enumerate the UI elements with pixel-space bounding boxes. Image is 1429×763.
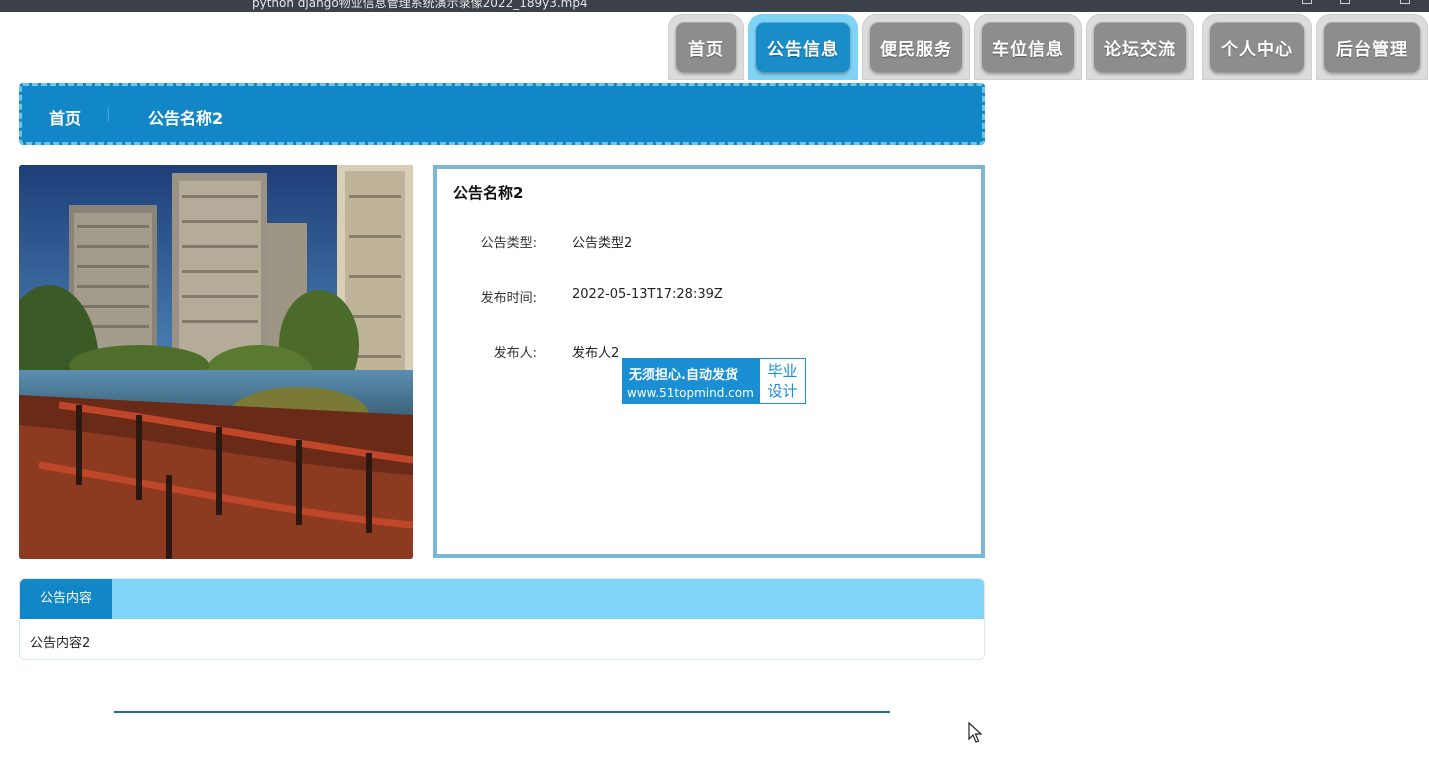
- top-navigation: 首页 公告信息 便民服务 车位信息 论坛交流 个人中心 后台管理: [0, 12, 1429, 82]
- nav-tab-label: 车位信息: [992, 39, 1064, 60]
- notice-image: [19, 165, 413, 559]
- tab-notice-content[interactable]: 公告内容: [20, 579, 112, 619]
- nav-tab-label: 公告信息: [767, 39, 839, 60]
- nav-tab-label: 首页: [688, 39, 724, 60]
- breadcrumb-current: 公告名称2: [148, 109, 224, 128]
- building-photo: [19, 165, 413, 559]
- mouse-cursor-icon: [968, 722, 983, 743]
- field-value: 公告类型2: [572, 236, 633, 251]
- watermark-tag: 毕业 设计: [759, 359, 805, 403]
- window-title-bar: python django物业信息管理系统演示录像2022_189y3.mp4: [0, 0, 1429, 12]
- notice-title: 公告名称2: [453, 184, 524, 202]
- nav-tab-profile[interactable]: 个人中心: [1202, 14, 1312, 80]
- watermark-line1: 无须担心.自动发货: [629, 368, 738, 383]
- breadcrumb-home-link[interactable]: 首页: [49, 105, 81, 129]
- watermark-badge: 无须担心.自动发货 www.51topmind.com 毕业 设计: [622, 358, 806, 404]
- footer-divider: [114, 711, 890, 713]
- field-label: 发布时间:: [480, 291, 537, 306]
- watermark-tag-line1: 毕业: [767, 362, 798, 380]
- nav-tab-label: 后台管理: [1336, 39, 1408, 60]
- window-close-icon[interactable]: [1400, 0, 1410, 4]
- nav-tab-admin[interactable]: 后台管理: [1316, 14, 1428, 80]
- nav-tab-notices[interactable]: 公告信息: [748, 14, 858, 80]
- content-header: [20, 579, 984, 619]
- nav-tab-home[interactable]: 首页: [668, 14, 744, 80]
- field-value: 发布人2: [572, 346, 620, 361]
- nav-tab-label: 论坛交流: [1104, 39, 1176, 60]
- nav-tab-label: 便民服务: [880, 39, 952, 60]
- window-title: python django物业信息管理系统演示录像2022_189y3.mp4: [252, 0, 588, 10]
- field-label: 发布人:: [493, 346, 537, 361]
- field-value: 2022-05-13T17:28:39Z: [572, 287, 723, 302]
- nav-tab-label: 个人中心: [1221, 39, 1293, 60]
- notice-content-text: 公告内容2: [30, 636, 91, 651]
- nav-tab-services[interactable]: 便民服务: [862, 14, 970, 80]
- breadcrumb: 首页 | 公告名称2: [19, 83, 985, 145]
- window-maximize-icon[interactable]: [1340, 0, 1350, 4]
- nav-tab-forum[interactable]: 论坛交流: [1086, 14, 1194, 80]
- window-restore-icon[interactable]: [1302, 0, 1312, 4]
- notice-content-section: 公告内容 公告内容2: [19, 578, 985, 660]
- breadcrumb-separator: |: [106, 106, 111, 122]
- watermark-line2: www.51topmind.com: [627, 386, 754, 400]
- field-label: 公告类型:: [480, 236, 537, 251]
- watermark-tag-line2: 设计: [767, 382, 798, 400]
- nav-tab-parking[interactable]: 车位信息: [974, 14, 1082, 80]
